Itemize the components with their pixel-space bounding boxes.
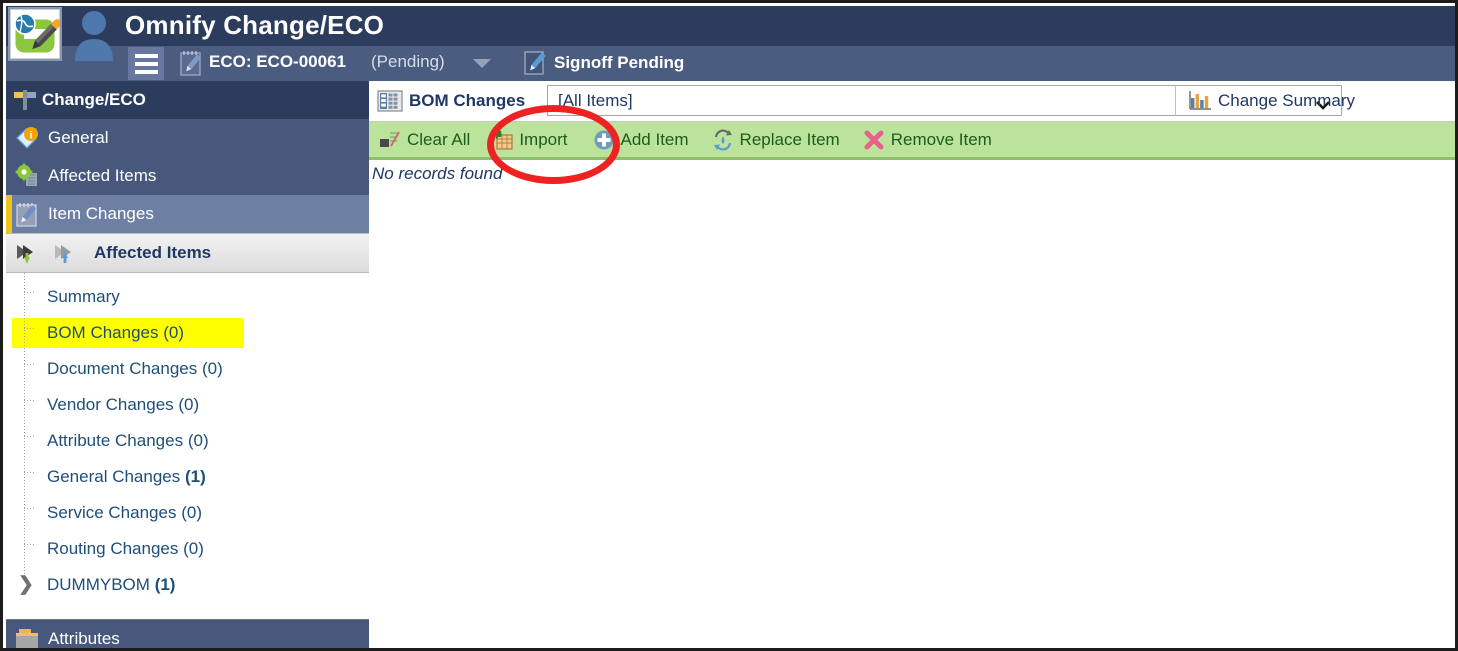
clear-all-label: Clear All [407,129,471,149]
tree-item-label: Service Changes (0) [47,503,202,522]
remove-item-button[interactable]: Remove Item [859,122,1001,157]
tree-connector [22,273,44,315]
svg-text:i: i [30,131,33,142]
sidebar-item-item-changes[interactable]: Item Changes [6,195,369,233]
tree-item-label: Routing Changes (0) [47,539,204,558]
tree-connector [22,489,44,531]
sidebar-header-change-eco: Change/ECO [6,81,369,119]
tree-item-service-changes[interactable]: Service Changes (0) [6,489,369,531]
clear-all-icon [379,129,401,151]
hamburger-menu-icon[interactable] [128,47,164,80]
sidebar-item-label: Affected Items [48,166,157,185]
eco-notepad-pencil-icon [179,49,205,77]
import-icon [491,129,513,151]
eco-status-label: (Pending) [371,52,445,71]
expand-all-icon[interactable] [52,240,78,266]
change-summary-label[interactable]: Change Summary [1218,91,1355,111]
import-button[interactable]: Import [487,122,576,157]
tree-connector [22,381,44,423]
omnify-globe-pencil-logo [8,7,62,61]
empty-state-message: No records found [372,164,503,183]
add-item-button[interactable]: Add Item [589,122,698,157]
tree-item-bom-changes[interactable]: BOM Changes (0) [6,309,369,351]
tree-item-routing-changes[interactable]: Routing Changes (0) [6,525,369,567]
sidebar-item-label: Attributes [48,628,120,648]
sidebar-item-label: Item Changes [48,204,154,223]
chevron-right-icon[interactable]: ❯ [18,575,34,594]
affected-items-gear-icon [14,163,40,189]
sidebar-item-general[interactable]: i General [6,119,369,157]
bom-changes-grid: No records found [369,160,1455,648]
tree-connector [22,309,44,351]
bom-changes-title: BOM Changes [409,91,526,110]
tree-item-label: Document Changes (0) [47,359,223,378]
page-title: Omnify Change/ECO [125,10,385,40]
tree-item-dummybom[interactable]: ❯ DUMMYBOM (1) [6,561,369,603]
tree-item-summary[interactable]: Summary [6,273,369,315]
tree-connector: ❯ [18,561,44,603]
sidebar-header-label: Change/ECO [42,90,146,109]
replace-item-button[interactable]: Replace Item [708,122,849,157]
replace-item-label: Replace Item [739,129,840,149]
remove-item-label: Remove Item [890,129,992,149]
tree-connector [22,525,44,567]
bom-changes-filter-bar: BOM Changes [All Items] Change Summary [369,81,1455,122]
main-content-panel: BOM Changes [All Items] Change Summary C… [369,81,1455,648]
tree-item-document-changes[interactable]: Document Changes (0) [6,345,369,387]
tree-item-label: Summary [47,287,120,306]
tree-connector [22,417,44,459]
sidebar-item-label: General [48,128,109,147]
tree-connector [22,345,44,387]
left-sidebar: Change/ECO i General Affected Items Item… [6,81,369,648]
item-filter-value: [All Items] [558,91,633,110]
affected-items-tree: Summary BOM Changes (0) Document Changes… [6,273,369,619]
change-eco-icon [12,87,38,113]
change-summary-chart-icon[interactable] [1189,89,1213,111]
tree-connector [22,453,44,495]
add-item-label: Add Item [620,129,689,149]
add-item-plus-icon [593,129,615,151]
tree-item-label: DUMMYBOM (1) [47,575,176,594]
remove-item-x-icon [863,129,885,151]
sidebar-bottom-nav: Attributes [6,619,369,648]
sidebar-item-affected-items[interactable]: Affected Items [6,157,369,195]
bom-grid-icon [377,88,403,114]
tree-item-label: Attribute Changes (0) [47,431,209,450]
signoff-status-label: Signoff Pending [554,53,685,72]
general-info-tag-icon: i [14,125,40,151]
tree-item-label: General Changes (1) [47,467,206,486]
clear-all-button[interactable]: Clear All [375,122,479,157]
tree-item-attribute-changes[interactable]: Attribute Changes (0) [6,417,369,459]
sidebar-item-attributes[interactable]: Attributes [6,619,369,648]
affected-items-subpanel-title: Affected Items [94,243,212,262]
chevron-down-icon[interactable] [473,59,491,68]
tree-item-label: BOM Changes (0) [44,322,188,344]
affected-items-subpanel-header: Affected Items [6,233,369,273]
eco-number-label: ECO: ECO-00061 [209,52,346,71]
user-avatar-icon [71,9,117,61]
import-label: Import [519,129,568,149]
tree-item-vendor-changes[interactable]: Vendor Changes (0) [6,381,369,423]
item-changes-notepad-icon [14,201,40,227]
bom-actions-toolbar: Clear All Import Add Item Replace Item R… [369,122,1455,160]
signoff-pencil-icon [523,50,549,76]
tree-item-label: Vendor Changes (0) [47,395,200,414]
filterbar-divider [1175,85,1176,116]
omnify-change-eco-window: Omnify Change/ECO ECO: ECO-00061 (Pendin… [0,0,1458,651]
collapse-all-icon[interactable] [14,240,40,266]
tree-item-general-changes[interactable]: General Changes (1) [6,453,369,495]
replace-item-icon [712,128,734,151]
